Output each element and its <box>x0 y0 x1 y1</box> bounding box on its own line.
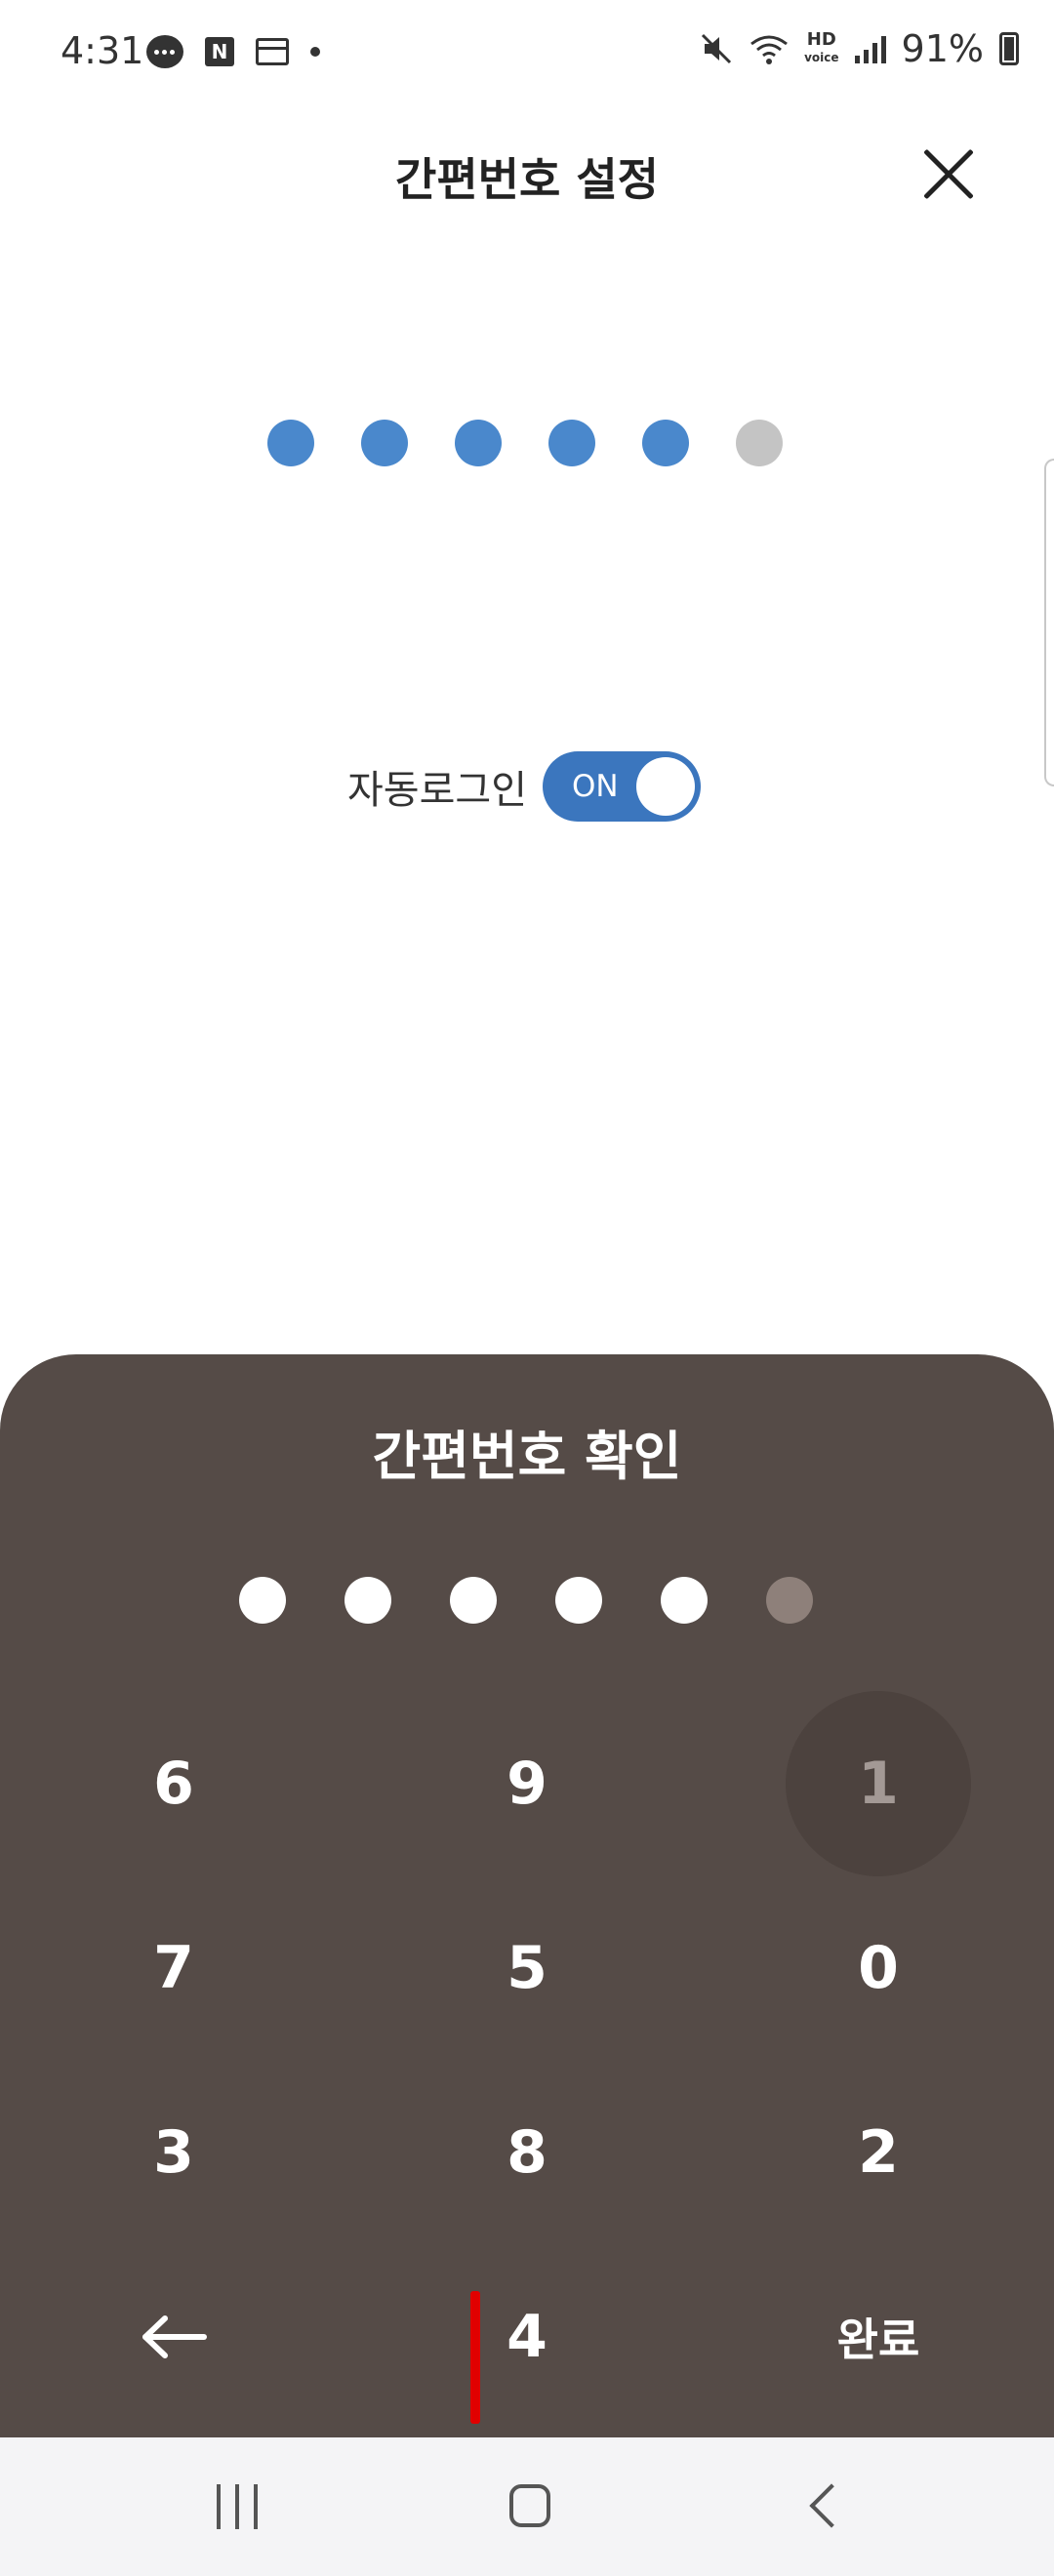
system-nav-bar <box>0 2437 1054 2576</box>
naver-icon: N <box>205 37 234 66</box>
mute-icon <box>702 33 732 64</box>
toggle-state-text: ON <box>572 769 619 804</box>
keypad-panel: 간편번호 확인 6 9 1 7 5 0 3 8 2 4 완료 <box>0 1354 1054 2437</box>
auto-login-row: 자동로그인 ON <box>347 751 701 822</box>
battery-icon <box>999 32 1019 65</box>
status-time: 4:31 <box>61 29 144 72</box>
more-notifications-dot-icon <box>310 47 320 57</box>
edge-panel-handle[interactable] <box>1044 459 1054 786</box>
keypad-title: 간편번호 확인 <box>372 1426 682 1487</box>
confirm-pin-dot-filled <box>450 1577 497 1624</box>
key-button[interactable]: 6 <box>81 1691 266 1876</box>
hd-label: HD <box>806 29 836 50</box>
card-icon <box>256 38 289 65</box>
status-bar: 4:31 N HD voice 91% <box>0 0 1054 109</box>
home-icon[interactable] <box>509 2484 550 2527</box>
page-title: 간편번호 설정 <box>395 153 659 206</box>
close-icon[interactable] <box>921 146 976 201</box>
pin-dot-filled <box>361 420 408 466</box>
confirm-pin-dot-filled <box>661 1577 708 1624</box>
confirm-pin-indicator <box>239 1577 813 1624</box>
pin-dot-filled <box>548 420 595 466</box>
backspace-button[interactable] <box>81 2244 266 2430</box>
confirm-pin-dot-filled <box>239 1577 286 1624</box>
key-button[interactable]: 3 <box>81 2060 266 2245</box>
left-arrow-icon <box>142 2315 207 2358</box>
back-icon[interactable] <box>809 2483 854 2528</box>
voice-label: voice <box>804 51 839 64</box>
confirm-pin-dot-empty <box>766 1577 813 1624</box>
key-button[interactable]: 7 <box>81 1875 266 2061</box>
pin-dot-filled <box>267 420 314 466</box>
key-button[interactable]: 9 <box>434 1691 620 1876</box>
confirm-pin-dot-filled <box>555 1577 602 1624</box>
system-icons: HD voice 91% <box>699 27 1019 70</box>
complete-button[interactable]: 완료 <box>786 2244 971 2430</box>
hd-voice-icon: HD voice <box>804 31 838 66</box>
pin-dot-filled <box>455 420 502 466</box>
pin-dot-filled <box>642 420 689 466</box>
key-button[interactable]: 0 <box>786 1875 971 2061</box>
key-button[interactable]: 8 <box>434 2060 620 2245</box>
key-button[interactable]: 2 <box>786 2060 971 2245</box>
recent-apps-icon[interactable] <box>217 2484 258 2529</box>
toggle-knob <box>636 757 695 816</box>
key-button[interactable]: 4 <box>434 2244 620 2430</box>
auto-login-toggle[interactable]: ON <box>543 751 701 822</box>
battery-percent: 91% <box>901 27 984 70</box>
auto-login-label: 자동로그인 <box>347 768 527 813</box>
notification-icons: N <box>146 35 320 68</box>
key-button[interactable]: 5 <box>434 1875 620 2061</box>
confirm-pin-dot-filled <box>345 1577 391 1624</box>
pin-dot-empty <box>736 420 783 466</box>
wifi-icon <box>750 35 789 64</box>
chat-bubble-icon <box>146 35 183 68</box>
pin-indicator <box>267 420 783 466</box>
key-button-pressed[interactable]: 1 <box>786 1691 971 1876</box>
text-cursor <box>470 2291 480 2424</box>
signal-icon <box>854 34 886 63</box>
